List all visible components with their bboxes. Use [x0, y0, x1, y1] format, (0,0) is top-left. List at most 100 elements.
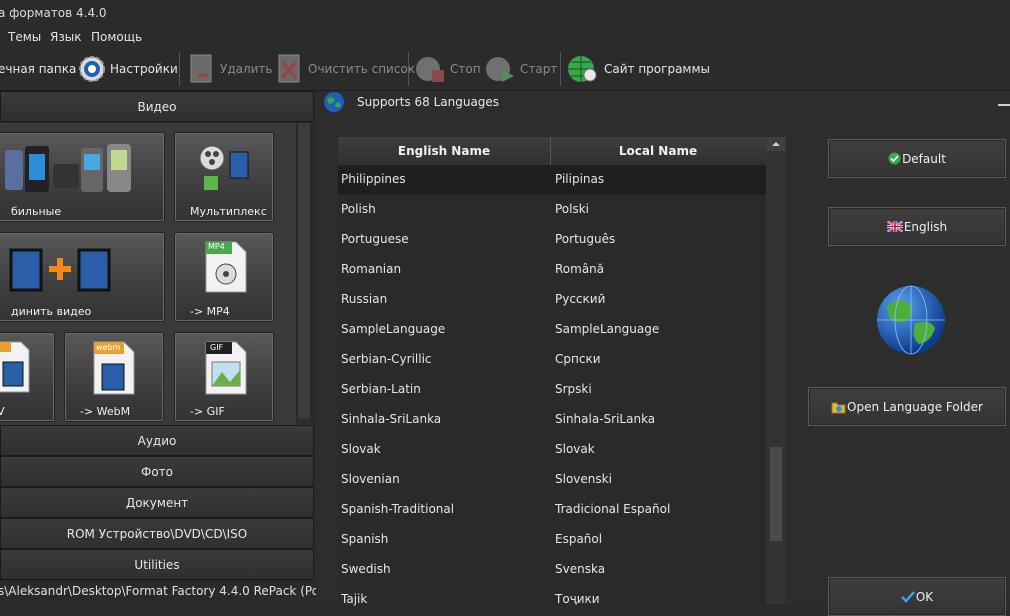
table-row[interactable]: Portuguese Português: [338, 225, 766, 255]
local-name-cell: Sinhala-SriLanka: [555, 412, 656, 426]
table-row[interactable]: Slovenian Slovenski: [338, 465, 766, 495]
settings-button[interactable]: Настройки: [78, 48, 178, 90]
tile-multiplex[interactable]: Мультиплекс: [175, 133, 273, 221]
english-name-cell: Serbian-Latin: [341, 382, 421, 396]
category-label: Аудио: [137, 433, 177, 448]
table-row[interactable]: Polish Polski: [338, 195, 766, 225]
tile-label: Мультиплекс: [190, 205, 267, 218]
globe-icon: [324, 92, 344, 112]
english-button[interactable]: English: [828, 207, 1006, 246]
toolbar-separator: [408, 52, 409, 86]
status-bar: s\Aleksandr\Desktop\Format Factory 4.4.0…: [0, 580, 320, 604]
default-button[interactable]: Default: [828, 139, 1006, 178]
table-row[interactable]: Sinhala-SriLanka Sinhala-SriLanka: [338, 405, 766, 435]
category-rom-device[interactable]: ROM Устройство\DVD\CD\ISO: [0, 518, 314, 549]
website-button[interactable]: Сайт программы: [566, 48, 710, 90]
english-name-cell: Russian: [341, 292, 388, 306]
tile-to-mp4[interactable]: MP4 -> MP4: [175, 233, 273, 321]
stop-icon: [416, 57, 444, 82]
english-name-cell: Slovenian: [341, 472, 400, 486]
table-row[interactable]: Spanish Español: [338, 525, 766, 555]
join-video-icon: [9, 248, 111, 292]
output-folder-label: ечная папка: [0, 62, 77, 76]
menu-language[interactable]: Язык: [50, 30, 81, 44]
dialog-title: Supports 68 Languages: [357, 95, 500, 109]
column-local-name[interactable]: Local Name: [551, 137, 765, 165]
table-row[interactable]: Slovak Slovak: [338, 435, 766, 465]
local-name-cell: Slovak: [555, 442, 595, 456]
english-name-cell: Serbian-Cyrillic: [341, 352, 432, 366]
tile-label: динить видео: [11, 305, 92, 318]
settings-label: Настройки: [110, 62, 178, 76]
local-name-cell: Tradicional Español: [555, 502, 671, 516]
local-name-cell: Română: [555, 262, 605, 276]
category-label: ROM Устройство\DVD\CD\ISO: [66, 526, 248, 541]
checkmark-icon: [900, 591, 915, 603]
category-video[interactable]: Видео: [0, 91, 314, 122]
tile-mobile[interactable]: бильные: [0, 133, 164, 221]
toolbar-separator: [560, 52, 561, 86]
mp4-badge: MP4: [208, 242, 225, 251]
column-english-name[interactable]: English Name: [338, 137, 551, 165]
tile-label: V: [0, 405, 5, 418]
video-grid-scrollbar[interactable]: [298, 123, 310, 425]
english-name-cell: Romanian: [341, 262, 402, 276]
stop-button[interactable]: Стоп: [414, 48, 481, 90]
output-path: s\Aleksandr\Desktop\Format Factory 4.4.0…: [0, 584, 320, 598]
toolbar: ечная папка Настройки Удалить Очистить с…: [0, 48, 1010, 91]
table-row[interactable]: SampleLanguage SampleLanguage: [338, 315, 766, 345]
table-row[interactable]: Serbian-Latin Srpski: [338, 375, 766, 405]
category-utilities[interactable]: Utilities: [0, 549, 314, 580]
english-name-cell: Polish: [341, 202, 376, 216]
open-language-folder-button[interactable]: Open Language Folder: [808, 387, 1006, 426]
start-icon: [486, 57, 514, 82]
english-label: English: [903, 219, 948, 234]
language-dialog: Supports 68 Languages English Name Local…: [316, 91, 1010, 616]
tile-to-webm[interactable]: webm -> WebM: [65, 333, 163, 421]
menu-help[interactable]: Помощь: [91, 30, 142, 44]
default-label: Default: [902, 151, 946, 166]
tile-label: -> WebM: [80, 405, 131, 418]
scrollbar-thumb[interactable]: [770, 447, 782, 541]
tile-join-video[interactable]: динить видео: [0, 233, 164, 321]
scroll-up-button[interactable]: [766, 137, 786, 151]
table-row[interactable]: Romanian Română: [338, 255, 766, 285]
tile-to-gif[interactable]: GIF -> GIF: [175, 333, 273, 421]
clear-list-button[interactable]: Очистить список: [276, 48, 415, 90]
local-name-cell: Português: [555, 232, 616, 246]
website-label: Сайт программы: [604, 62, 710, 76]
table-row[interactable]: Tajik Тоҷики: [338, 585, 766, 615]
category-document[interactable]: Документ: [0, 487, 314, 518]
table-row[interactable]: Swedish Svenska: [338, 555, 766, 585]
local-name-cell: Español: [555, 532, 603, 546]
menu-themes[interactable]: Темы: [8, 30, 41, 44]
category-label: Видео: [137, 99, 177, 114]
table-row[interactable]: Russian Русский: [338, 285, 766, 315]
table-row[interactable]: Serbian-Cyrillic Српски: [338, 345, 766, 375]
tile-label: -> GIF: [190, 405, 225, 418]
english-name-cell: Spanish: [341, 532, 389, 546]
scrollbar-thumb[interactable]: [298, 123, 310, 418]
website-globe-icon: [568, 56, 597, 82]
stop-label: Стоп: [450, 62, 481, 76]
start-button[interactable]: Старт: [484, 48, 557, 90]
table-row[interactable]: Spanish-Traditional Tradicional Español: [338, 495, 766, 525]
video-file-icon: [0, 341, 30, 393]
open-folder-label: Open Language Folder: [847, 399, 983, 414]
category-photo[interactable]: Фото: [0, 456, 314, 487]
ok-button[interactable]: OK: [828, 577, 1006, 616]
output-folder-button[interactable]: ечная папка: [0, 48, 76, 90]
gear-icon: [79, 56, 105, 82]
delete-button[interactable]: Удалить: [188, 48, 273, 90]
folder-icon: [831, 402, 846, 413]
category-audio[interactable]: Аудио: [0, 425, 314, 456]
english-name-cell: Spanish-Traditional: [341, 502, 455, 516]
tile-to-flv[interactable]: V: [0, 333, 54, 421]
table-scrollbar[interactable]: [766, 137, 786, 604]
uk-flag-icon: [886, 221, 903, 232]
webm-badge: webm: [96, 343, 121, 352]
minimize-button[interactable]: [998, 104, 1010, 106]
english-name-cell: Swedish: [341, 562, 391, 576]
delete-label: Удалить: [220, 62, 273, 76]
table-row[interactable]: Philippines Pilipinas: [338, 165, 766, 195]
